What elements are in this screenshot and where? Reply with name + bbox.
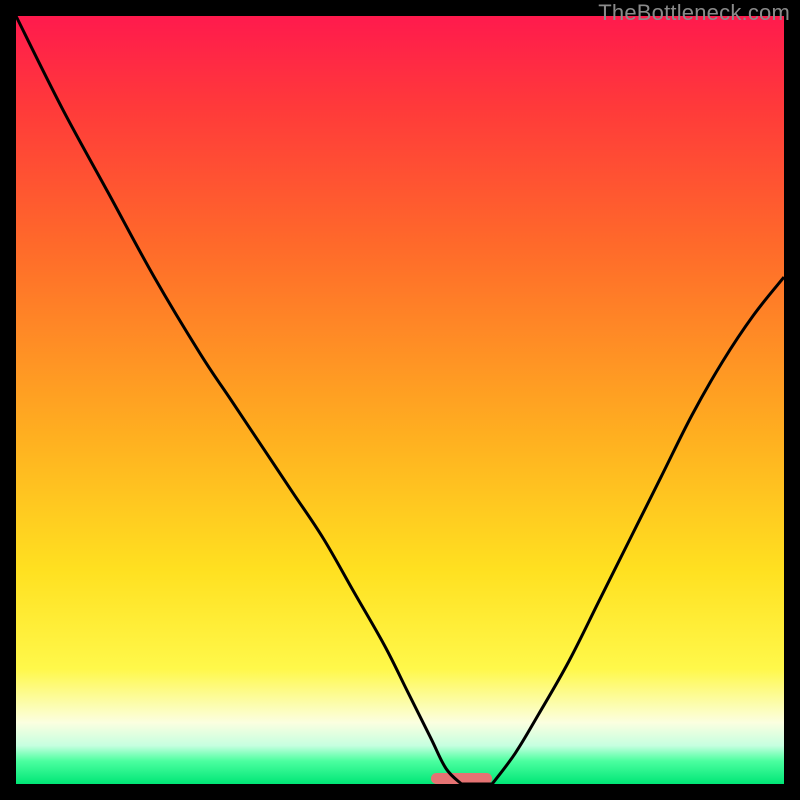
curve-left-branch [16,16,461,784]
curve-right-branch [492,277,784,784]
plot-area [16,16,784,784]
chart-frame [16,16,784,784]
watermark-text: TheBottleneck.com [598,0,790,26]
curve-svg [16,16,784,784]
